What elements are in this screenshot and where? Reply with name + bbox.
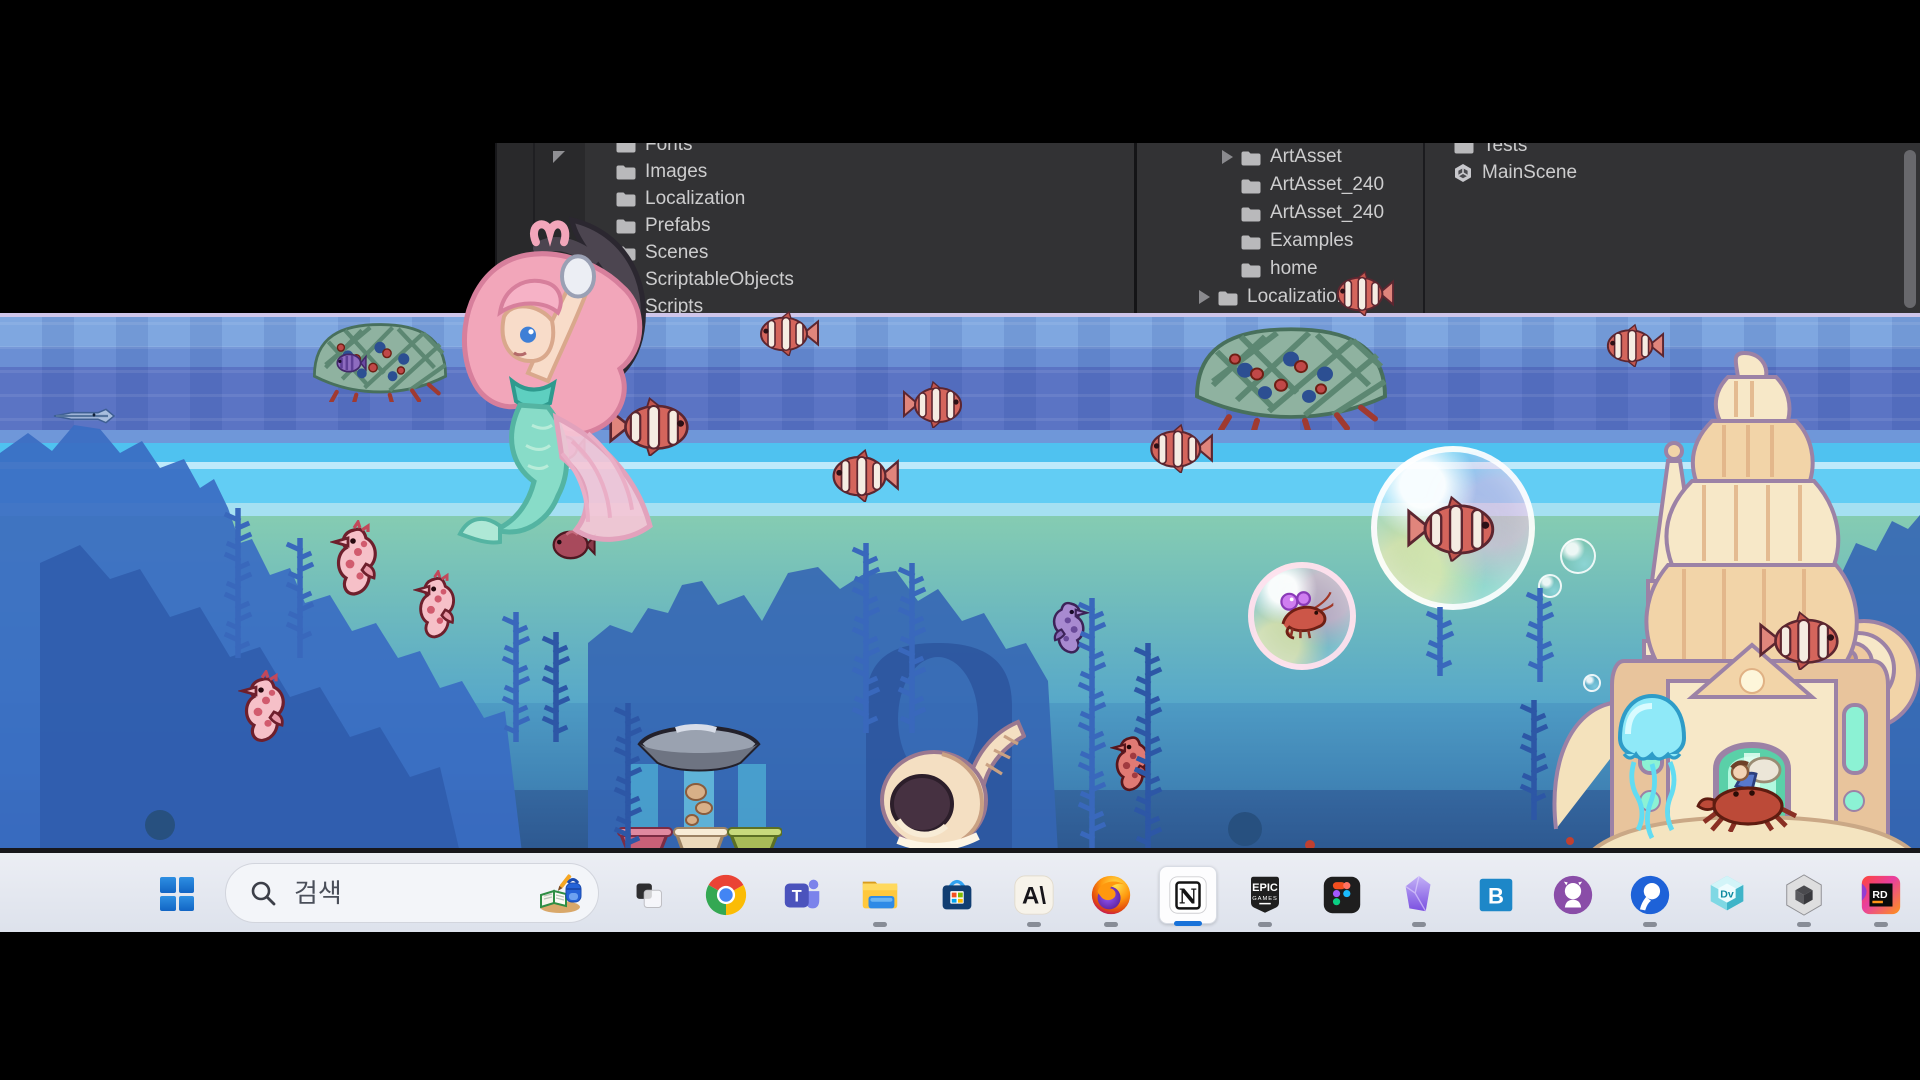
unity-scene-icon <box>1453 163 1473 183</box>
search-input[interactable] <box>292 877 534 910</box>
folder-icon <box>1453 143 1474 154</box>
desktop: FontsImagesLocalizationPrefabsScenesScri… <box>0 0 1920 1080</box>
unity-project-window: FontsImagesLocalizationPrefabsScenesScri… <box>495 143 1920 313</box>
running-indicator <box>1643 922 1657 927</box>
svg-text:B: B <box>1488 884 1504 909</box>
taskbar-icon-rider[interactable]: RD <box>1852 866 1910 924</box>
taskbar-icon-firefox[interactable] <box>1082 866 1140 924</box>
search-icon <box>248 878 278 908</box>
folder-icon <box>615 271 636 288</box>
taskbar-icon-claude[interactable]: A\ <box>1005 866 1063 924</box>
running-indicator <box>1258 922 1272 927</box>
taskbar-icon-epic[interactable]: EPIC GAMES <box>1236 866 1294 924</box>
folder-icon <box>1240 205 1261 222</box>
windows-logo-icon <box>160 877 194 911</box>
taskbar-icon-row: T A\ N EPIC GAMES B Dv RD <box>620 863 1910 927</box>
folder-icon <box>615 190 636 207</box>
start-button[interactable] <box>150 867 204 921</box>
folder-icon <box>1217 289 1238 306</box>
svg-text:T: T <box>792 888 802 906</box>
running-indicator <box>1874 922 1888 927</box>
folder-icon <box>615 163 636 180</box>
unity-scene-panel: TestsMainScene <box>1427 143 1920 313</box>
svg-text:RD: RD <box>1872 889 1888 901</box>
folder-icon <box>1240 177 1261 194</box>
running-indicator <box>1412 922 1426 927</box>
unity-assets-folder-list: FontsImagesLocalizationPrefabsScenesScri… <box>585 143 1137 313</box>
project-tree-row[interactable]: ArtAsset <box>1140 143 1423 171</box>
unity-art-subtree: ArtAssetArtAsset_240ArtAsset_240Examples… <box>1140 143 1425 313</box>
svg-text:A\: A\ <box>1022 883 1046 910</box>
aquarium-scene <box>0 313 1920 853</box>
folder-icon <box>615 143 636 153</box>
project-folder-row[interactable]: ScriptableObjects <box>585 266 1134 293</box>
project-folder-row[interactable]: Prefabs <box>585 212 1134 239</box>
project-folder-row[interactable]: Localization <box>585 185 1134 212</box>
project-folder-row[interactable]: Scenes <box>585 239 1134 266</box>
svg-text:N: N <box>1179 885 1197 909</box>
foldout-arrow-icon[interactable] <box>553 151 565 163</box>
taskbar-icon-github[interactable] <box>1544 866 1602 924</box>
project-tree-row[interactable]: home <box>1140 255 1423 283</box>
taskbar-icon-unity-hub[interactable] <box>1775 866 1833 924</box>
active-indicator <box>1174 921 1202 926</box>
letterbox-top <box>0 0 1920 143</box>
desktop-black-area <box>0 143 495 313</box>
unity-window-left-groove <box>495 143 585 313</box>
taskbar-icon-notion[interactable]: N <box>1159 866 1217 924</box>
project-folder-row[interactable]: Fonts <box>585 143 1134 158</box>
divider <box>533 143 535 313</box>
svg-text:GAMES: GAMES <box>1252 896 1278 902</box>
project-tree-row[interactable]: Localization <box>1140 283 1423 311</box>
project-folder-row[interactable]: Images <box>585 158 1134 185</box>
svg-text:Dv: Dv <box>1720 888 1734 900</box>
project-tree-row[interactable]: Examples <box>1140 227 1423 255</box>
taskbar-icon-obsidian[interactable] <box>1390 866 1448 924</box>
letterbox-bottom <box>0 932 1920 1080</box>
expand-arrow-icon[interactable] <box>1222 150 1233 164</box>
taskbar-icon-plastic[interactable] <box>1621 866 1679 924</box>
project-tree-row[interactable]: ArtAsset_240 <box>1140 199 1423 227</box>
running-indicator <box>1027 922 1041 927</box>
folder-icon <box>1240 233 1261 250</box>
rock-silhouettes <box>0 313 1920 853</box>
running-indicator <box>1797 922 1811 927</box>
project-folder-row[interactable]: Scripts <box>585 293 1134 313</box>
svg-text:EPIC: EPIC <box>1252 882 1278 894</box>
scene-panel-row[interactable]: MainScene <box>1427 159 1920 186</box>
folder-icon <box>615 244 636 261</box>
taskbar-icon-store[interactable] <box>928 866 986 924</box>
running-indicator <box>873 922 887 927</box>
taskbar-icon-task-view[interactable] <box>620 866 678 924</box>
search-highlight-school-icon[interactable] <box>534 871 584 915</box>
folder-icon <box>1240 149 1261 166</box>
running-indicator <box>1104 922 1118 927</box>
project-tree-row[interactable]: ArtAsset_240 <box>1140 171 1423 199</box>
taskbar-icon-explorer[interactable] <box>851 866 909 924</box>
folder-icon <box>615 217 636 234</box>
taskbar-icon-teams[interactable]: T <box>774 866 832 924</box>
folder-icon <box>1240 261 1261 278</box>
folder-icon <box>615 298 636 313</box>
search-box[interactable] <box>225 863 599 923</box>
taskbar-icon-chrome[interactable] <box>697 866 755 924</box>
taskbar-icon-bandizip[interactable]: B <box>1467 866 1525 924</box>
taskbar-icon-figma[interactable] <box>1313 866 1371 924</box>
taskbar: T A\ N EPIC GAMES B Dv RD <box>0 848 1920 932</box>
taskbar-icon-dv[interactable]: Dv <box>1698 866 1756 924</box>
scene-panel-row[interactable]: Tests <box>1427 143 1920 159</box>
expand-arrow-icon[interactable] <box>1199 290 1210 304</box>
